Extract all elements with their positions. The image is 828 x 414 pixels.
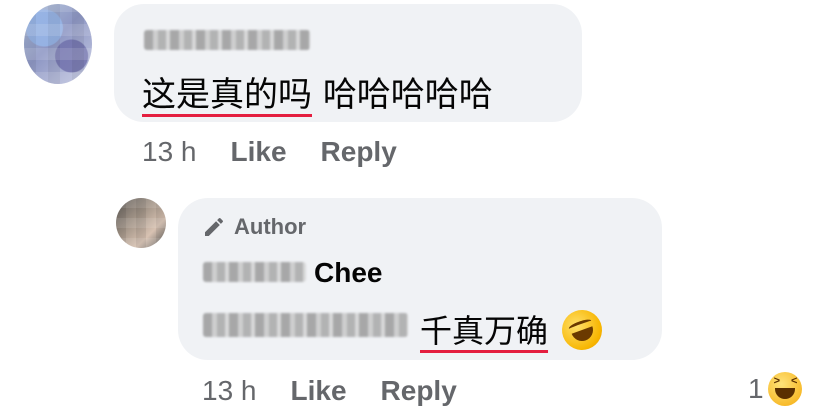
author-badge-label: Author bbox=[234, 214, 307, 239]
rolling-laughing-emoji-icon bbox=[556, 304, 608, 356]
author-name-redacted[interactable] bbox=[203, 262, 306, 282]
pencil-icon bbox=[205, 217, 224, 236]
reply-like-button[interactable]: Like bbox=[291, 375, 347, 407]
mention-redacted[interactable] bbox=[203, 313, 408, 337]
comment-actions: 13 h Like Reply bbox=[142, 136, 431, 168]
comment-text: 这是真的吗 哈哈哈哈哈 bbox=[142, 67, 493, 116]
reaction-summary[interactable]: 1 bbox=[748, 372, 802, 406]
comment-timestamp[interactable]: 13 h bbox=[142, 136, 197, 168]
author-name[interactable]: Chee bbox=[314, 257, 382, 289]
commenter-avatar[interactable] bbox=[24, 4, 92, 84]
reply-button[interactable]: Reply bbox=[321, 136, 397, 168]
reply-actions: 13 h Like Reply bbox=[202, 375, 491, 407]
reply-text: 千真万确 bbox=[420, 304, 608, 356]
comment-text-rest: 哈哈哈哈哈 bbox=[322, 75, 493, 115]
commenter-name-redacted[interactable] bbox=[144, 30, 310, 50]
author-avatar[interactable] bbox=[116, 198, 166, 248]
reply-reply-button[interactable]: Reply bbox=[381, 375, 457, 407]
author-badge: Author bbox=[202, 214, 306, 240]
haha-icon bbox=[767, 372, 802, 406]
like-button[interactable]: Like bbox=[231, 136, 287, 168]
reaction-count: 1 bbox=[748, 373, 764, 404]
comment-text-underlined: 这是真的吗 bbox=[142, 75, 312, 115]
reply-text-underlined: 千真万确 bbox=[420, 312, 549, 350]
reply-timestamp[interactable]: 13 h bbox=[202, 375, 257, 407]
